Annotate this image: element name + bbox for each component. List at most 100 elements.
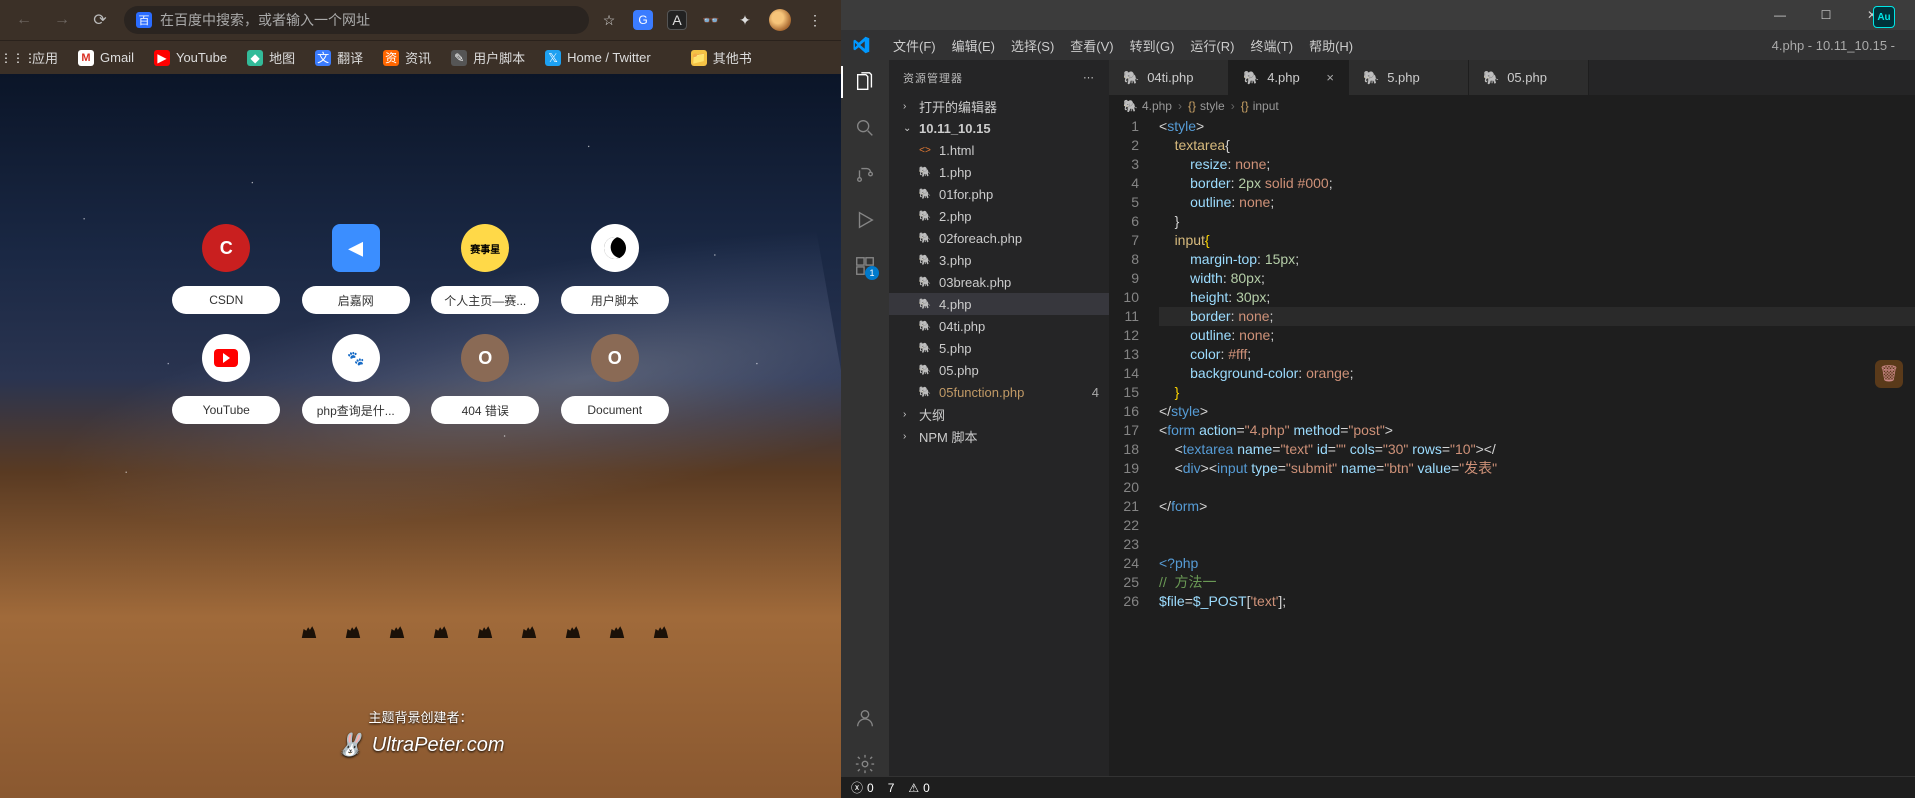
folder-icon: 📁 — [691, 50, 707, 66]
tree-folder[interactable]: ⌄10.11_10.15 — [889, 117, 1109, 139]
tile-404[interactable]: O 404 错误 — [430, 334, 542, 424]
bookmark-twitter[interactable]: 𝕏Home / Twitter — [545, 50, 651, 66]
menu-item[interactable]: 转到(G) — [1122, 32, 1183, 59]
extensions-icon[interactable]: ✦ — [735, 10, 755, 30]
tile-label: 404 错误 — [431, 396, 539, 424]
editor-tab[interactable]: 🐘5.php — [1349, 60, 1469, 95]
tile-label: 用户脚本 — [561, 286, 669, 314]
audition-icon[interactable]: Au — [1873, 6, 1895, 28]
maximize-button[interactable]: ☐ — [1803, 0, 1849, 30]
credit-logo[interactable]: 🐰UltraPeter.com — [336, 732, 504, 758]
omnibox[interactable]: 百 在百度中搜索，或者输入一个网址 — [124, 6, 589, 34]
bookmark-map[interactable]: ◆地图 — [247, 48, 295, 67]
file-name: 3.php — [939, 253, 1109, 268]
file-item[interactable]: 🐘02foreach.php — [889, 227, 1109, 249]
omnibox-placeholder: 在百度中搜索，或者输入一个网址 — [160, 10, 370, 30]
file-item[interactable]: <> 1.html — [889, 139, 1109, 161]
tile-label: php查询是什... — [302, 396, 410, 424]
file-name: 04ti.php — [939, 319, 1109, 334]
tab-label: 4.php — [1267, 70, 1300, 85]
window-title: 4.php - 10.11_10.15 - — [1772, 38, 1905, 53]
file-item[interactable]: 🐘01for.php — [889, 183, 1109, 205]
forward-button[interactable]: → — [48, 6, 76, 34]
file-name: 1.html — [939, 143, 1109, 158]
reload-button[interactable]: ⟳ — [86, 6, 114, 34]
file-item[interactable]: 🐘04ti.php — [889, 315, 1109, 337]
baidu-icon: 🐾 — [332, 334, 380, 382]
file-item[interactable]: 🐘2.php — [889, 205, 1109, 227]
code-content[interactable]: <style> textarea{ resize: none; border: … — [1159, 117, 1915, 776]
tile-label: YouTube — [172, 396, 280, 424]
tile-csdn[interactable]: CCSDN — [171, 224, 283, 314]
menu-item[interactable]: 文件(F) — [885, 32, 944, 59]
breadcrumbs[interactable]: 🐘4.php › {}style › {}input — [1109, 95, 1915, 117]
file-item[interactable]: 🐘05function.php4 — [889, 381, 1109, 403]
file-item[interactable]: 🐘4.php — [889, 293, 1109, 315]
bookmark-news[interactable]: 资资讯 — [383, 48, 431, 67]
chevron-right-icon: › — [1178, 99, 1182, 113]
translate-ext-icon[interactable]: G — [633, 10, 653, 30]
tile-youtube[interactable]: YouTube — [171, 334, 283, 424]
settings-icon[interactable] — [853, 752, 877, 776]
editor-tab[interactable]: 🐘04ti.php — [1109, 60, 1229, 95]
account-icon[interactable] — [853, 706, 877, 730]
status-errors[interactable]: ⓧ0 — [851, 779, 874, 796]
tree-outline[interactable]: ›大纲 — [889, 403, 1109, 425]
bookmark-apps[interactable]: ⋮⋮⋮应用 — [10, 48, 58, 67]
menu-item[interactable]: 查看(V) — [1062, 32, 1121, 59]
tree-label: 10.11_10.15 — [919, 121, 1109, 136]
minimize-button[interactable]: — — [1757, 0, 1803, 30]
editor-tab[interactable]: 🐘05.php — [1469, 60, 1589, 95]
profile-avatar[interactable] — [769, 9, 791, 31]
html-icon: <> — [917, 142, 933, 158]
trash-icon[interactable]: 🗑 — [1875, 360, 1903, 388]
file-count: 4 — [1092, 385, 1109, 400]
bookmark-userscript[interactable]: ✎用户脚本 — [451, 48, 525, 67]
ext-a-icon[interactable]: A — [667, 10, 687, 30]
tile-label: 启嘉网 — [302, 286, 410, 314]
file-item[interactable]: 🐘5.php — [889, 337, 1109, 359]
tile-document[interactable]: ODocument — [559, 334, 671, 424]
status-info[interactable]: ⚠0 — [908, 781, 929, 795]
file-item[interactable]: 🐘03break.php — [889, 271, 1109, 293]
bookmark-youtube[interactable]: ▶YouTube — [154, 50, 227, 66]
star-icon[interactable]: ☆ — [599, 10, 619, 30]
more-icon[interactable]: ⋯ — [1083, 71, 1095, 84]
back-button[interactable]: ← — [10, 6, 38, 34]
bookmark-other[interactable]: 📁其他书 — [691, 48, 752, 67]
file-item[interactable]: 🐘05.php — [889, 359, 1109, 381]
status-warnings[interactable]: 7 — [888, 781, 895, 795]
bookmark-translate[interactable]: 文翻译 — [315, 48, 363, 67]
toolbar-icons: ☆ G A 👓 ✦ ⋮ — [599, 9, 831, 31]
reader-icon[interactable]: 👓 — [701, 10, 721, 30]
menu-item[interactable]: 运行(R) — [1182, 32, 1242, 59]
explorer-icon[interactable] — [853, 70, 877, 94]
source-control-icon[interactable] — [853, 162, 877, 186]
close-icon[interactable]: × — [1326, 70, 1334, 85]
menu-item[interactable]: 选择(S) — [1003, 32, 1062, 59]
tile-saishi[interactable]: 赛事星个人主页—赛... — [430, 224, 542, 314]
file-item[interactable]: 🐘1.php — [889, 161, 1109, 183]
tile-userscript[interactable]: 用户脚本 — [559, 224, 671, 314]
php-icon: 🐘 — [917, 164, 933, 180]
menu-item[interactable]: 终端(T) — [1242, 32, 1301, 59]
tile-baidu[interactable]: 🐾 php查询是什... — [300, 334, 412, 424]
bg-caravan — [300, 620, 741, 638]
search-icon[interactable] — [853, 116, 877, 140]
letter-icon: O — [461, 334, 509, 382]
translate-icon: 文 — [315, 50, 331, 66]
menu-icon[interactable]: ⋮ — [805, 10, 825, 30]
menu-item[interactable]: 编辑(E) — [944, 32, 1003, 59]
run-debug-icon[interactable] — [853, 208, 877, 232]
file-item[interactable]: 🐘3.php — [889, 249, 1109, 271]
tree-npm[interactable]: ›NPM 脚本 — [889, 425, 1109, 447]
shortcut-tiles: CCSDN ◀启嘉网 赛事星个人主页—赛... 用户脚本 YouTube 🐾 ph… — [171, 224, 671, 424]
bookmark-label: Gmail — [100, 50, 134, 65]
tile-qijia[interactable]: ◀启嘉网 — [300, 224, 412, 314]
code-editor[interactable]: 1234567891011121314151617181920212223242… — [1109, 117, 1915, 776]
bookmark-gmail[interactable]: MGmail — [78, 50, 134, 66]
menu-item[interactable]: 帮助(H) — [1301, 32, 1361, 59]
extensions-icon[interactable]: 1 — [853, 254, 877, 278]
editor-tab[interactable]: 🐘4.php× — [1229, 60, 1349, 95]
tree-open-editors[interactable]: ›打开的编辑器 — [889, 95, 1109, 117]
